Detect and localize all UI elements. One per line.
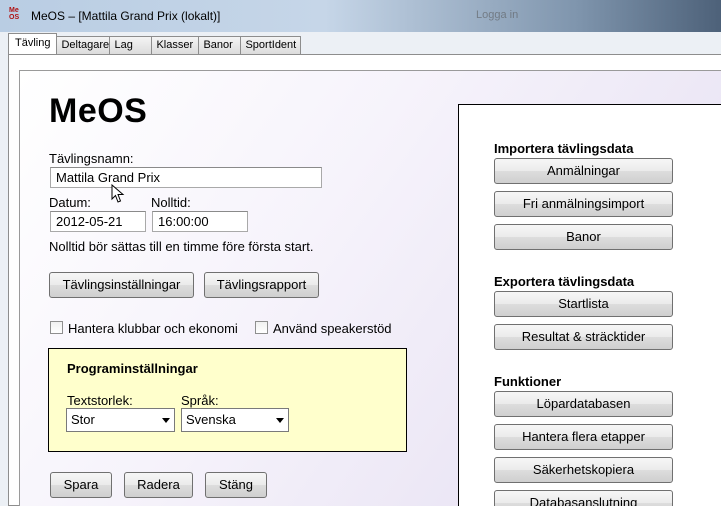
language-select[interactable]: Svenska — [181, 408, 289, 432]
runner-database-button[interactable]: Löpardatabasen — [494, 391, 673, 417]
delete-button[interactable]: Radera — [124, 472, 193, 498]
clubs-economy-checkbox[interactable] — [50, 321, 63, 334]
competition-name-input[interactable]: Mattila Grand Prix — [50, 167, 322, 188]
competition-report-button[interactable]: Tävlingsrapport — [204, 272, 319, 298]
zero-time-input[interactable]: 16:00:00 — [152, 211, 248, 232]
text-size-value: Stor — [71, 412, 95, 427]
speaker-support-checkbox[interactable] — [255, 321, 268, 334]
text-size-select[interactable]: Stor — [66, 408, 175, 432]
date-label: Datum: — [49, 195, 91, 210]
language-label: Språk: — [181, 393, 219, 408]
text-size-label: Textstorlek: — [67, 393, 133, 408]
date-input[interactable]: 2012-05-21 — [50, 211, 146, 232]
tab-tavling[interactable]: Tävling — [8, 33, 58, 54]
courses-import-button[interactable]: Banor — [494, 224, 673, 250]
chevron-down-icon — [276, 418, 284, 423]
free-entry-import-button[interactable]: Fri anmälningsimport — [494, 191, 673, 217]
zero-time-label: Nolltid: — [151, 195, 191, 210]
results-splits-button[interactable]: Resultat & sträcktider — [494, 324, 673, 350]
close-button[interactable]: Stäng — [205, 472, 267, 498]
import-section-title: Importera tävlingsdata — [494, 141, 634, 156]
tab-klasser[interactable]: Klasser — [151, 36, 200, 54]
start-list-button[interactable]: Startlista — [494, 291, 673, 317]
competition-settings-button[interactable]: Tävlingsinställningar — [49, 272, 194, 298]
clubs-economy-label[interactable]: Hantera klubbar och ekonomi — [68, 321, 238, 336]
window-title: MeOS – [Mattila Grand Prix (lokalt)] — [31, 9, 221, 23]
tab-sportident[interactable]: SportIdent — [240, 36, 302, 54]
tab-lag[interactable]: Lag — [109, 36, 153, 54]
app-icon-text-bottom: OS — [9, 14, 20, 21]
mouse-cursor-icon — [111, 184, 125, 203]
background-window-text: Logga in — [476, 9, 519, 21]
entries-import-button[interactable]: Anmälningar — [494, 158, 673, 184]
app-icon[interactable]: Me OS — [9, 7, 25, 23]
program-settings-title: Programinställningar — [67, 361, 198, 376]
zero-time-hint: Nolltid bör sättas till en timme före fö… — [49, 239, 314, 254]
tab-bar: Tävling Deltagare Lag Klasser Banor Spor… — [8, 33, 302, 54]
speaker-support-label[interactable]: Använd speakerstöd — [273, 321, 392, 336]
tab-banor[interactable]: Banor — [198, 36, 242, 54]
backup-button[interactable]: Säkerhetskopiera — [494, 457, 673, 483]
page-title: MeOS — [49, 92, 148, 130]
language-value: Svenska — [186, 412, 236, 427]
export-section-title: Exportera tävlingsdata — [494, 274, 635, 289]
app-icon-text-top: Me — [9, 7, 19, 14]
multiple-stages-button[interactable]: Hantera flera etapper — [494, 424, 673, 450]
functions-section-title: Funktioner — [494, 374, 562, 389]
competition-name-label: Tävlingsnamn: — [49, 151, 134, 166]
database-connection-button[interactable]: Databasanslutning — [494, 490, 673, 506]
save-button[interactable]: Spara — [50, 472, 112, 498]
title-bar: Me OS MeOS – [Mattila Grand Prix (lokalt… — [0, 0, 721, 32]
chevron-down-icon — [162, 418, 170, 423]
tab-deltagare[interactable]: Deltagare — [56, 36, 111, 54]
